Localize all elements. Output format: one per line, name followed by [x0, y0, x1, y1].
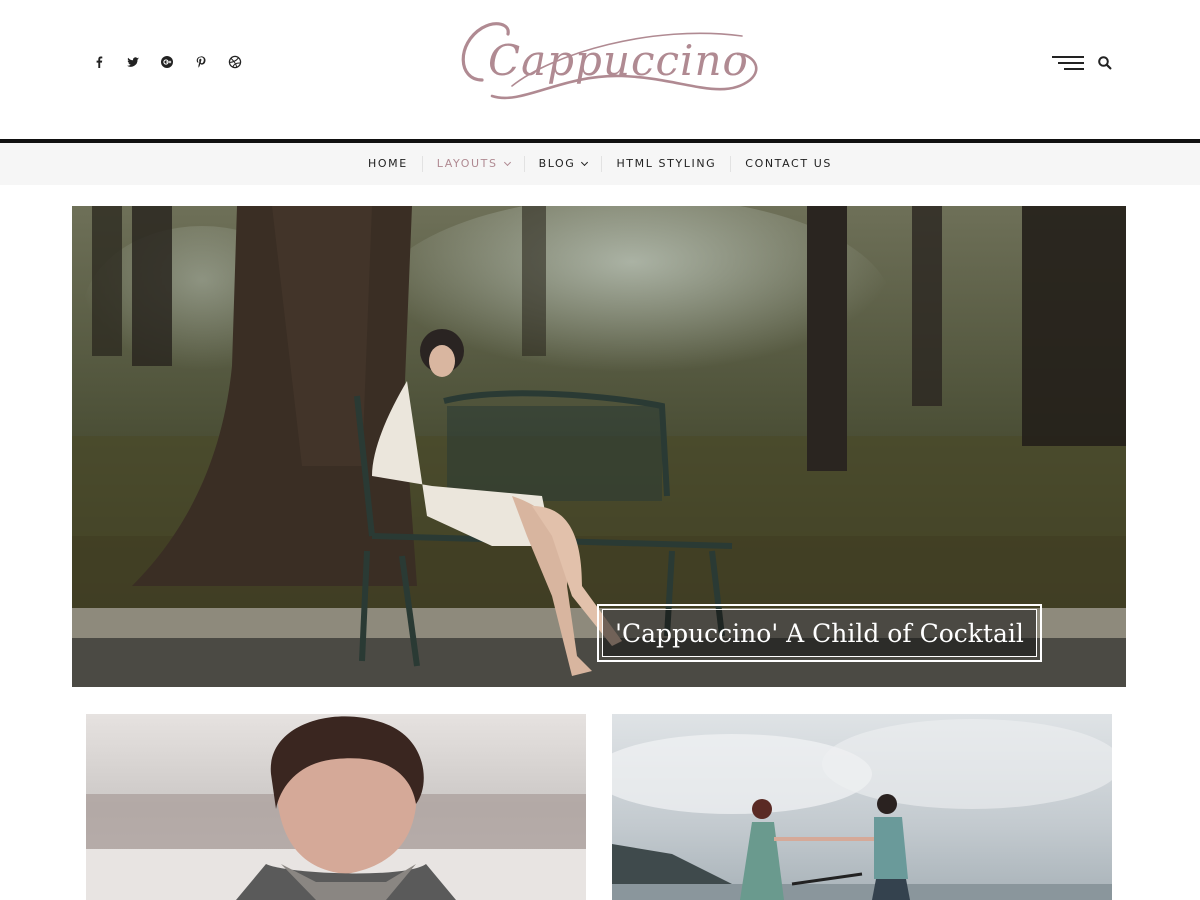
google-plus-icon[interactable]	[160, 52, 194, 72]
nav-item-layouts[interactable]: LAYOUTS	[421, 156, 524, 172]
hero-caption[interactable]: 'Cappuccino' A Child of Cocktail	[597, 604, 1042, 662]
nav-item-label: LAYOUTS	[436, 157, 498, 170]
chevron-down-icon	[503, 158, 511, 166]
site-header: Cappuccino	[0, 0, 1200, 140]
facebook-icon[interactable]	[92, 52, 126, 72]
nav-item-label: HTML STYLING	[616, 157, 717, 170]
chevron-down-icon	[581, 158, 589, 166]
search-icon[interactable]	[1097, 55, 1113, 71]
nav-item-label: CONTACT US	[745, 157, 832, 170]
hamburger-menu-icon[interactable]	[1050, 54, 1084, 72]
nav-item-label: BLOG	[538, 157, 576, 170]
nav-item-label: HOME	[368, 157, 408, 170]
twitter-icon[interactable]	[126, 52, 160, 72]
site-logo[interactable]: Cappuccino	[452, 14, 764, 110]
pinterest-icon[interactable]	[194, 52, 228, 72]
hero-caption-box: 'Cappuccino' A Child of Cocktail	[602, 609, 1037, 657]
hero-caption-title: 'Cappuccino' A Child of Cocktail	[615, 618, 1024, 648]
nav-item-home[interactable]: HOME	[354, 156, 422, 172]
post-card[interactable]	[612, 714, 1112, 900]
hero-slide[interactable]: 'Cappuccino' A Child of Cocktail	[72, 206, 1126, 687]
social-links	[92, 52, 262, 72]
logo-text: Cappuccino	[488, 36, 749, 85]
post-card-image	[86, 714, 586, 900]
dribbble-icon[interactable]	[228, 52, 262, 72]
nav-item-blog[interactable]: BLOG	[523, 156, 602, 172]
nav-item-html-styling[interactable]: HTML STYLING	[601, 156, 730, 172]
post-card[interactable]	[86, 714, 586, 900]
nav-item-contact-us[interactable]: CONTACT US	[730, 156, 846, 172]
main-nav: HOME LAYOUTS BLOG HTML STYLING CONTACT U…	[0, 143, 1200, 185]
post-card-image	[612, 714, 1112, 900]
